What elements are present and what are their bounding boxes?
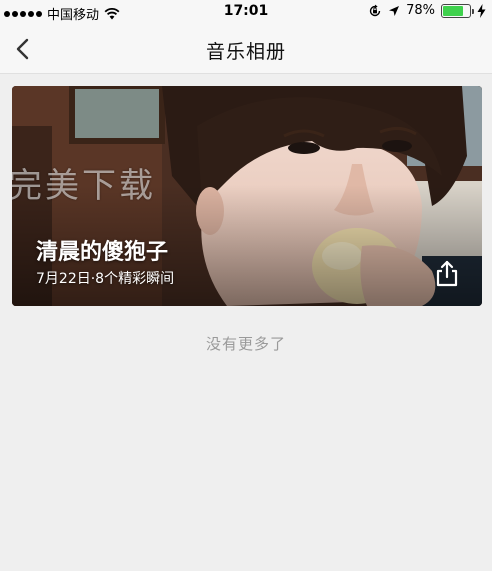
album-card[interactable]: 完美下载 清晨的傻狍子 7月22日·8个精彩瞬间	[12, 86, 482, 306]
battery-level-fill	[443, 5, 464, 16]
album-meta: 7月22日·8个精彩瞬间	[36, 271, 175, 287]
status-bar: 中国移动 17:01 78%	[0, 0, 492, 24]
orientation-lock-icon	[369, 4, 381, 16]
music-album-screen: 中国移动 17:01 78% 音乐相册 完美下载 清晨的傻狍子 7月22日·8个…	[0, 0, 492, 571]
battery-icon	[441, 3, 474, 18]
share-icon	[436, 260, 458, 287]
battery-percent: 78%	[406, 3, 435, 18]
album-title: 清晨的傻狍子	[36, 240, 169, 265]
status-right: 78%	[368, 3, 486, 18]
navigation-bar: 音乐相册	[0, 24, 492, 74]
page-title: 音乐相册	[205, 41, 286, 63]
charging-bolt-icon	[477, 3, 486, 18]
share-button[interactable]	[434, 260, 460, 288]
no-more-label: 没有更多了	[205, 335, 286, 353]
watermark-text: 完美下载	[12, 166, 156, 206]
location-arrow-icon	[389, 5, 400, 16]
